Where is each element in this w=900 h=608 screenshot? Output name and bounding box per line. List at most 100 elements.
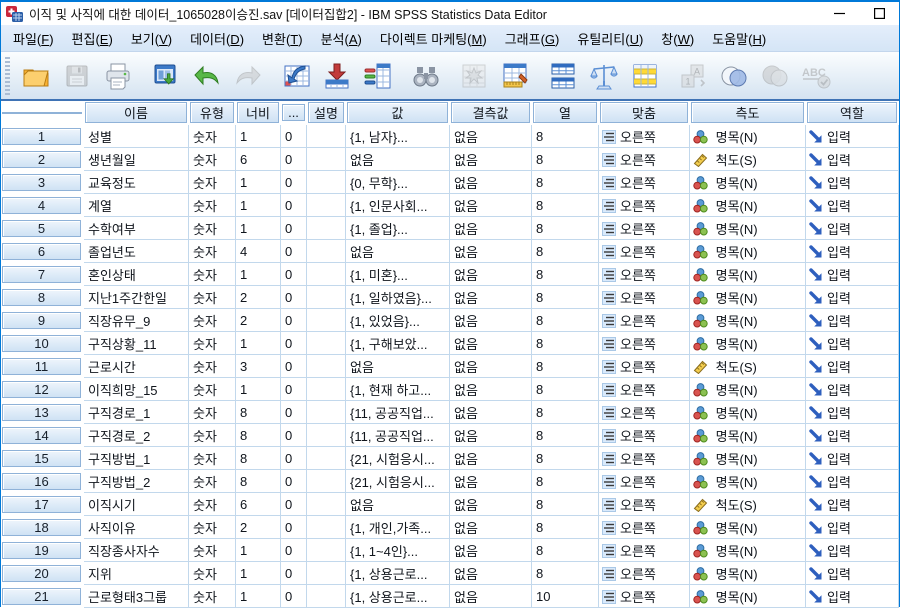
role-cell[interactable]: 입력 [806,309,899,332]
type-cell[interactable]: 숫자 [189,447,236,470]
type-cell[interactable]: 숫자 [189,309,236,332]
decimals-cell[interactable]: 0 [281,125,307,148]
maximize-button[interactable] [859,2,899,25]
role-cell[interactable]: 입력 [806,240,899,263]
label-cell[interactable] [307,424,346,447]
type-cell[interactable]: 숫자 [189,378,236,401]
col-header-measure[interactable]: 측도 [690,101,806,125]
col-header-columns[interactable]: 열 [532,101,599,125]
name-cell[interactable]: 구직상황_11 [84,332,189,355]
measure-cell[interactable]: 척도(S) [690,493,806,516]
name-cell[interactable]: 근로시간 [84,355,189,378]
values-cell[interactable]: {11, 공공직업... [346,424,450,447]
label-cell[interactable] [307,355,346,378]
role-cell[interactable]: 입력 [806,286,899,309]
columns-cell[interactable]: 8 [532,447,599,470]
columns-cell[interactable]: 8 [532,217,599,240]
decimals-cell[interactable]: 0 [281,470,307,493]
name-cell[interactable]: 수학여부 [84,217,189,240]
measure-cell[interactable]: 명목(N) [690,447,806,470]
measure-cell[interactable]: 척도(S) [690,355,806,378]
weight-cases-button[interactable] [583,55,624,97]
width-cell[interactable]: 6 [236,148,281,171]
decimals-cell[interactable]: 0 [281,148,307,171]
menu-window[interactable]: 창(W) [652,25,703,52]
grid-corner-cell[interactable] [1,101,84,125]
measure-cell[interactable]: 명목(N) [690,332,806,355]
col-header-name[interactable]: 이름 [84,101,189,125]
align-cell[interactable]: 오른쪽 [599,539,690,562]
row-number-cell[interactable]: 12 [1,378,84,401]
menu-help[interactable]: 도움말(H) [703,25,775,52]
label-cell[interactable] [307,332,346,355]
spell-check-button[interactable]: ABC [795,55,836,97]
align-cell[interactable]: 오른쪽 [599,309,690,332]
width-cell[interactable]: 8 [236,424,281,447]
name-cell[interactable]: 생년월일 [84,148,189,171]
type-cell[interactable]: 숫자 [189,401,236,424]
label-cell[interactable] [307,171,346,194]
name-cell[interactable]: 직장종사자수 [84,539,189,562]
role-cell[interactable]: 입력 [806,263,899,286]
type-cell[interactable]: 숫자 [189,355,236,378]
values-cell[interactable]: {21, 시험응시... [346,447,450,470]
align-cell[interactable]: 오른쪽 [599,240,690,263]
width-cell[interactable]: 8 [236,447,281,470]
role-cell[interactable]: 입력 [806,493,899,516]
type-cell[interactable]: 숫자 [189,470,236,493]
values-cell[interactable]: {1, 남자}... [346,125,450,148]
find-button[interactable] [405,55,446,97]
col-header-align[interactable]: 맞춤 [599,101,690,125]
label-cell[interactable] [307,217,346,240]
type-cell[interactable]: 숫자 [189,217,236,240]
columns-cell[interactable]: 8 [532,401,599,424]
role-cell[interactable]: 입력 [806,217,899,240]
name-cell[interactable]: 교육정도 [84,171,189,194]
align-cell[interactable]: 오른쪽 [599,447,690,470]
missing-cell[interactable]: 없음 [450,447,532,470]
label-cell[interactable] [307,125,346,148]
width-cell[interactable]: 2 [236,309,281,332]
align-cell[interactable]: 오른쪽 [599,194,690,217]
align-cell[interactable]: 오른쪽 [599,585,690,608]
missing-cell[interactable]: 없음 [450,401,532,424]
label-cell[interactable] [307,263,346,286]
measure-cell[interactable]: 명목(N) [690,286,806,309]
columns-cell[interactable]: 8 [532,493,599,516]
columns-cell[interactable]: 8 [532,355,599,378]
label-cell[interactable] [307,447,346,470]
col-header-width[interactable]: 너비 [236,101,281,125]
missing-cell[interactable]: 없음 [450,286,532,309]
measure-cell[interactable]: 척도(S) [690,148,806,171]
name-cell[interactable]: 지난1주간한일 [84,286,189,309]
redo-button[interactable] [227,55,268,97]
columns-cell[interactable]: 8 [532,148,599,171]
decimals-cell[interactable]: 0 [281,539,307,562]
align-cell[interactable]: 오른쪽 [599,424,690,447]
width-cell[interactable]: 1 [236,585,281,608]
measure-cell[interactable]: 명목(N) [690,424,806,447]
columns-cell[interactable]: 8 [532,309,599,332]
open-data-file-button[interactable] [15,55,56,97]
values-cell[interactable]: {1, 일하였음}... [346,286,450,309]
columns-cell[interactable]: 8 [532,125,599,148]
values-cell[interactable]: {1, 1~4인}... [346,539,450,562]
measure-cell[interactable]: 명목(N) [690,263,806,286]
missing-cell[interactable]: 없음 [450,562,532,585]
type-cell[interactable]: 숫자 [189,516,236,539]
row-number-cell[interactable]: 5 [1,217,84,240]
width-cell[interactable]: 1 [236,217,281,240]
align-cell[interactable]: 오른쪽 [599,263,690,286]
align-cell[interactable]: 오른쪽 [599,355,690,378]
align-cell[interactable]: 오른쪽 [599,286,690,309]
name-cell[interactable]: 이직시기 [84,493,189,516]
role-cell[interactable]: 입력 [806,539,899,562]
name-cell[interactable]: 구직방법_1 [84,447,189,470]
col-header-type[interactable]: 유형 [189,101,236,125]
align-cell[interactable]: 오른쪽 [599,470,690,493]
align-cell[interactable]: 오른쪽 [599,516,690,539]
row-number-cell[interactable]: 3 [1,171,84,194]
decimals-cell[interactable]: 0 [281,194,307,217]
type-cell[interactable]: 숫자 [189,263,236,286]
align-cell[interactable]: 오른쪽 [599,332,690,355]
